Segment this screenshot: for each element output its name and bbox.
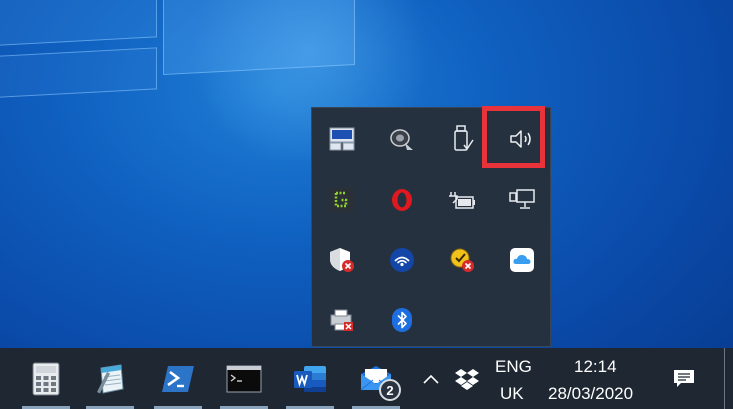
taskbar-app-mail[interactable]: 2 (346, 348, 406, 409)
language-indicator[interactable]: ENG UK (490, 348, 536, 409)
printer-error-icon[interactable] (312, 291, 372, 349)
command-prompt-icon (226, 365, 262, 392)
defender-shield-icon[interactable] (312, 231, 372, 289)
wallpaper-window-pane (163, 0, 355, 76)
security-alert-icon[interactable] (432, 231, 492, 289)
taskbar-app-word[interactable] (280, 348, 340, 409)
network-adapter-icon[interactable] (312, 110, 372, 168)
taskbar-app-command-prompt[interactable] (214, 348, 274, 409)
taskbar: 2 ENG UK 12:14 28/03/2020 (0, 348, 733, 409)
wireless-icon[interactable] (372, 231, 432, 289)
network-monitor-icon[interactable] (492, 171, 552, 229)
volume-icon[interactable] (492, 110, 552, 168)
clock[interactable]: 12:14 28/03/2020 (540, 348, 650, 409)
action-center-button[interactable] (662, 348, 706, 409)
bluetooth-icon[interactable] (372, 291, 432, 349)
chevron-up-icon (423, 374, 439, 384)
speaker-dome-icon[interactable] (372, 110, 432, 168)
clock-time: 12:14 (574, 357, 617, 376)
notification-icon (674, 369, 694, 387)
calculator-icon (32, 362, 60, 395)
taskbar-tray-dropbox[interactable] (450, 348, 484, 409)
show-desktop-button[interactable] (724, 348, 733, 409)
taskbar-app-calculator[interactable] (16, 348, 76, 409)
show-hidden-icons-button[interactable] (416, 348, 446, 409)
word-icon (294, 365, 326, 392)
notepad-icon (97, 363, 124, 394)
language-code: ENG (495, 357, 532, 376)
gpu-tweak-icon[interactable] (312, 171, 372, 229)
icloud-icon[interactable] (492, 231, 552, 289)
keyboard-layout: UK (500, 384, 524, 403)
mail-unread-badge: 2 (379, 379, 401, 401)
power-battery-icon[interactable] (432, 171, 492, 229)
tray-overflow-flyout (311, 107, 551, 347)
dropbox-icon (455, 368, 479, 390)
opera-icon[interactable] (372, 171, 432, 229)
taskbar-app-notepad[interactable] (80, 348, 140, 409)
taskbar-app-powershell[interactable] (148, 348, 208, 409)
usb-safely-remove-icon[interactable] (432, 110, 492, 168)
powershell-icon (162, 365, 194, 392)
wallpaper-window-pane (0, 47, 157, 99)
clock-date: 28/03/2020 (548, 384, 634, 403)
wallpaper-window-pane (0, 0, 157, 47)
